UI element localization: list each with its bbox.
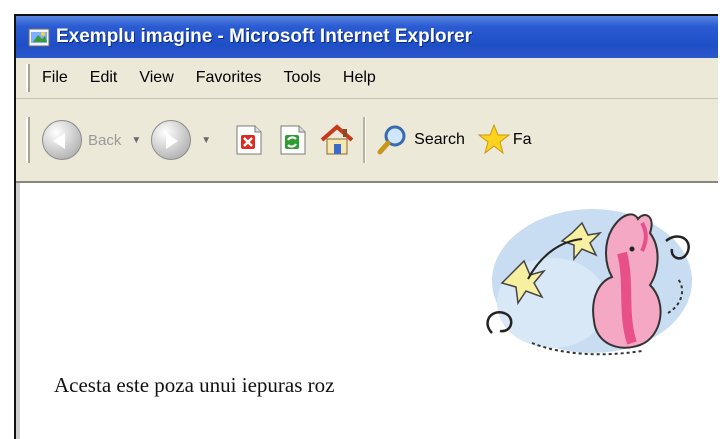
back-button[interactable] [42, 120, 82, 160]
menu-favorites[interactable]: Favorites [196, 69, 262, 87]
menu-help[interactable]: Help [343, 69, 376, 87]
favorites-label[interactable]: Fa [513, 131, 532, 149]
title-bar: Exemplu imagine - Microsoft Internet Exp… [16, 16, 718, 58]
back-dropdown-icon[interactable]: ▼ [131, 135, 141, 146]
toolbar-grip[interactable] [26, 117, 30, 163]
search-label[interactable]: Search [414, 131, 465, 149]
menu-file[interactable]: File [42, 69, 68, 87]
menu-view[interactable]: View [139, 69, 173, 87]
search-icon [377, 125, 406, 155]
menu-tools[interactable]: Tools [284, 69, 321, 87]
window-title: Exemplu imagine - Microsoft Internet Exp… [56, 26, 472, 47]
menu-bar-grip[interactable] [26, 64, 30, 92]
page-content: Acesta este poza unui iepuras roz [16, 183, 718, 439]
toolbar-separator [363, 117, 367, 163]
refresh-icon [280, 125, 306, 155]
back-label[interactable]: Back [88, 132, 121, 149]
home-button[interactable] [319, 123, 354, 157]
forward-button[interactable] [151, 120, 192, 160]
browser-window: Exemplu imagine - Microsoft Internet Exp… [14, 14, 718, 439]
pink-bunny-image [472, 193, 704, 363]
refresh-button[interactable] [275, 123, 309, 157]
home-icon [320, 124, 354, 155]
star-icon [477, 123, 511, 155]
stop-icon [236, 125, 262, 155]
image-caption: Acesta este poza unui iepuras roz [54, 373, 335, 397]
favorites-button[interactable] [477, 123, 511, 157]
toolbar: Back ▼ ▼ Search Fa [16, 99, 718, 183]
menu-bar: File Edit View Favorites Tools Help [16, 58, 718, 99]
internet-explorer-icon [28, 26, 50, 48]
menu-edit[interactable]: Edit [90, 69, 118, 87]
stop-button[interactable] [231, 123, 265, 157]
search-button[interactable] [376, 123, 410, 157]
forward-dropdown-icon[interactable]: ▼ [201, 135, 211, 146]
